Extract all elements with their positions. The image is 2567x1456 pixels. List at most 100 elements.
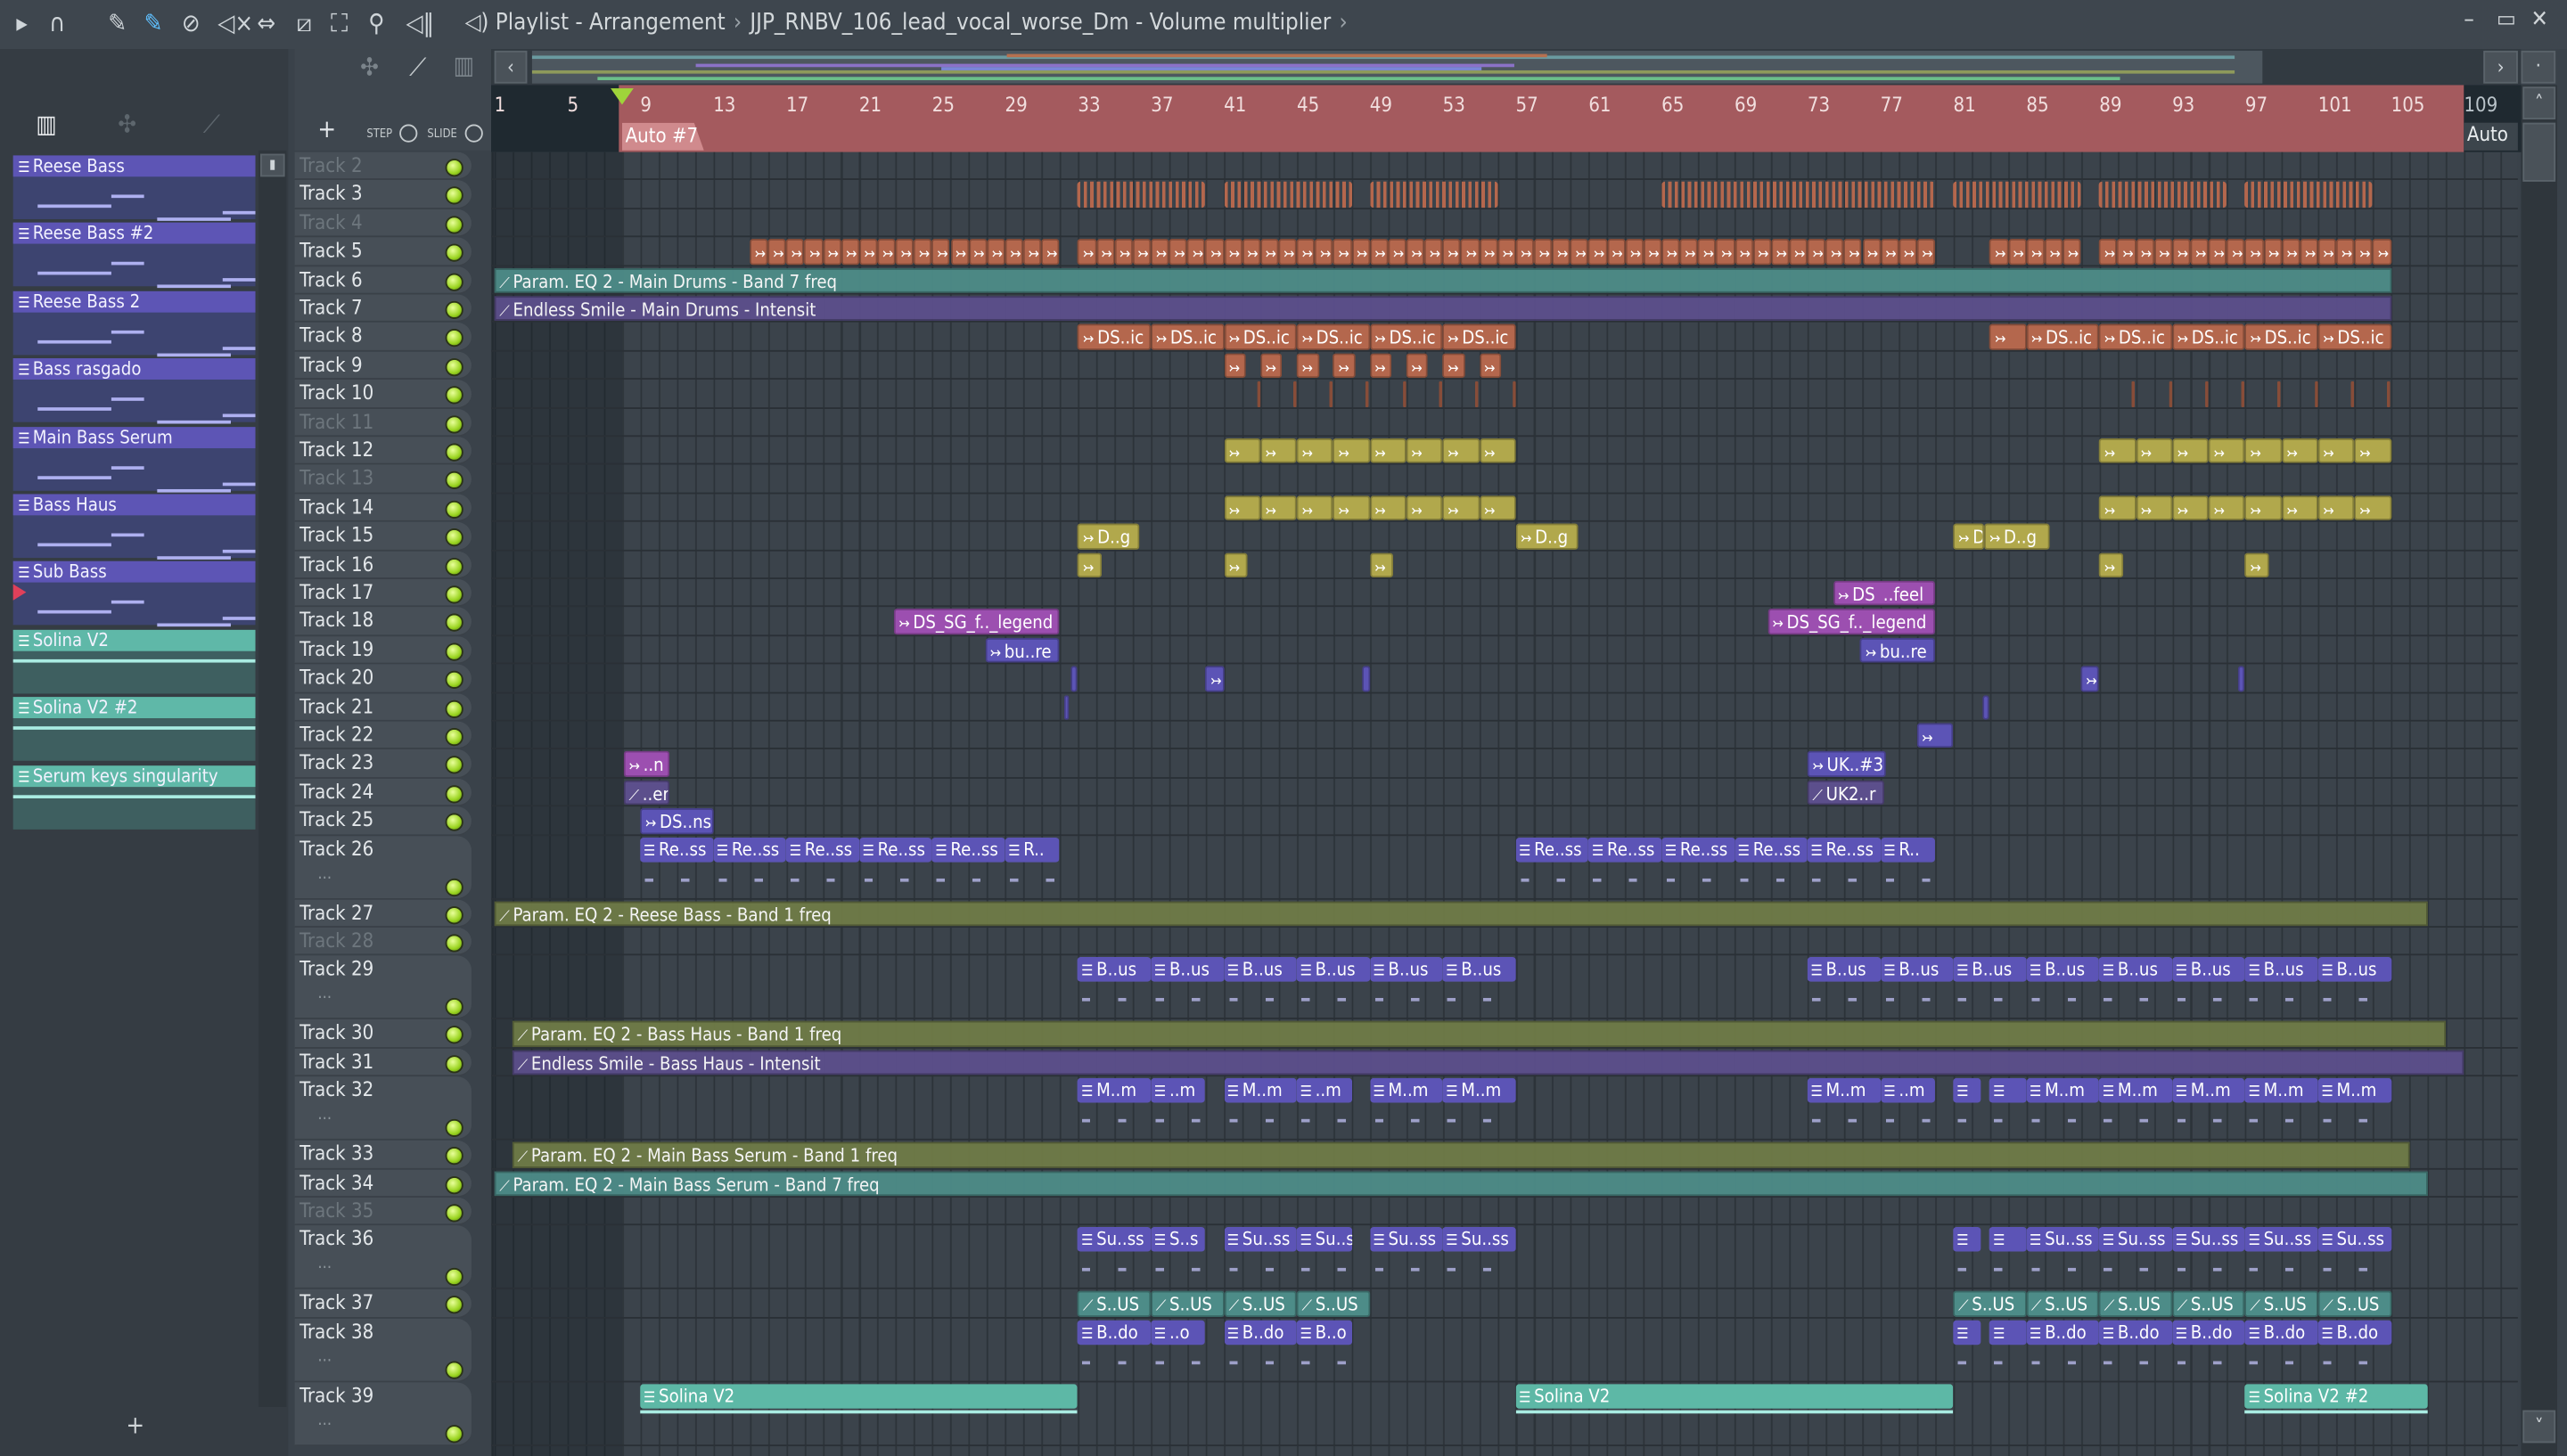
audio-clip[interactable]: ↣ — [858, 239, 878, 265]
audio-clip[interactable]: ↣ — [1224, 552, 1248, 578]
audio-clip[interactable]: ↣ — [1333, 495, 1370, 521]
track-name[interactable]: Track 5 — [299, 238, 362, 266]
track-name[interactable]: Track 37 — [299, 1289, 373, 1317]
pattern-clip[interactable]: ☰ — [1953, 1078, 1981, 1140]
audio-clip[interactable]: ↣ — [1515, 239, 1534, 265]
audio-clip[interactable]: ↣ — [2281, 239, 2300, 265]
track-header[interactable]: Track 39... — [294, 1382, 472, 1446]
scroll-right-button[interactable]: › — [2483, 50, 2518, 84]
audio-clip[interactable]: ↣ D..g — [1078, 523, 1140, 550]
audio-clip[interactable]: ↣ — [1735, 239, 1753, 265]
track-name[interactable]: Track 39 — [299, 1382, 373, 1410]
scroll-down-button[interactable]: ˅ — [2522, 1410, 2556, 1444]
audio-clip[interactable]: ↣ — [1224, 438, 1261, 464]
audio-clip[interactable]: ↣ DS..ic — [1442, 324, 1516, 350]
track-header[interactable]: Track 7 — [294, 294, 472, 323]
audio-clip[interactable]: ↣ — [2354, 438, 2391, 464]
track-header[interactable]: Track 16 — [294, 550, 472, 579]
audio-clip[interactable] — [1256, 381, 1260, 407]
track-mute-led[interactable] — [445, 557, 463, 576]
automation-clip[interactable]: ⟋ UK2..r — [1807, 780, 1884, 806]
track-lane[interactable] — [491, 380, 2518, 409]
pattern-clip[interactable]: ☰ Re..ss — [713, 837, 787, 898]
pattern-clip[interactable]: ☰ B..us — [2317, 957, 2391, 1018]
audio-clip[interactable]: ↣ — [1224, 495, 1261, 521]
audio-clip[interactable]: ↣ — [1132, 239, 1152, 265]
track-header[interactable]: Track 18 — [294, 607, 472, 636]
pattern-clip[interactable]: ☰ Re..ss — [931, 837, 1005, 898]
audio-clip[interactable]: ↣ — [1625, 239, 1644, 265]
automation-icon[interactable]: ⟋ — [409, 53, 426, 82]
select-tool-icon[interactable]: ⛶ — [331, 8, 348, 37]
pattern-clip[interactable]: ☰ M..m — [2317, 1078, 2391, 1140]
audio-clip[interactable]: ↣ — [2354, 495, 2391, 521]
audio-clip[interactable]: ↣ — [2300, 239, 2318, 265]
pattern-clip[interactable]: ☰ — [1989, 1078, 2027, 1140]
audio-clip[interactable]: ↣ — [1005, 239, 1023, 265]
pattern-clip[interactable]: ☰ Re..ss — [640, 837, 714, 898]
track-mute-led[interactable] — [445, 1424, 463, 1443]
audio-clip[interactable]: ↣ — [1442, 353, 1465, 379]
pattern-clip[interactable]: ☰ S..s — [1151, 1227, 1206, 1288]
audio-clip[interactable]: ↣ — [2117, 239, 2136, 265]
pattern-item[interactable]: ☰ Reese Bass #2 — [12, 223, 256, 289]
paint-brush-tool-icon[interactable]: ✎ — [144, 8, 163, 37]
audio-clip[interactable]: ↣ — [1224, 239, 1242, 265]
audio-clip[interactable]: ↣ DS..ic — [1224, 324, 1297, 350]
audio-clip[interactable]: ↣ — [1333, 438, 1370, 464]
track-name[interactable]: Track 36 — [299, 1226, 373, 1254]
automation-clip[interactable]: ⟋ ..er — [623, 780, 670, 806]
track-mute-led[interactable] — [445, 1175, 463, 1194]
track-header[interactable]: Track 4 — [294, 209, 472, 238]
track-header[interactable]: Track 14 — [294, 494, 472, 523]
automation-clip[interactable]: ⟋ S..US — [1296, 1291, 1370, 1317]
audio-clip[interactable]: ↣ DS_SG_f.._legend — [893, 609, 1060, 634]
audio-clip[interactable]: ↣ — [1862, 239, 1881, 265]
track-lane[interactable] — [491, 408, 2518, 438]
pattern-clip[interactable]: ☰ Su..ss — [2317, 1227, 2391, 1288]
waveform-icon[interactable]: ✣ — [360, 53, 379, 82]
audio-clip[interactable]: ↣ — [1825, 239, 1844, 265]
audio-clip[interactable]: ↣ — [1461, 239, 1480, 265]
pattern-clip[interactable]: ☰ B..us — [1953, 957, 2027, 1018]
pattern-clip[interactable]: ☰ M..m — [2172, 1078, 2245, 1140]
audio-clip[interactable]: ↣ — [1205, 666, 1225, 691]
track-name[interactable]: Track 28 — [299, 928, 373, 955]
pattern-clip[interactable]: ☰ Su..ss — [1078, 1227, 1152, 1288]
track-mute-led[interactable] — [445, 878, 463, 896]
audio-clip[interactable]: ↣ — [2190, 239, 2209, 265]
pencil-tool-icon[interactable]: ✎ — [108, 8, 127, 37]
pattern-item[interactable]: ☰ Reese Bass 2 — [12, 290, 256, 356]
pattern-item[interactable]: ☰ Sub Bass — [12, 561, 256, 627]
track-mute-led[interactable] — [445, 905, 463, 924]
audio-clip[interactable]: ↣ — [1406, 495, 1443, 521]
audio-clip[interactable]: ↣ — [1187, 239, 1206, 265]
audio-clip[interactable]: ↣ — [1369, 353, 1392, 379]
track-mute-led[interactable] — [445, 386, 463, 405]
pattern-clip[interactable]: ☰ Solina V2 #2 — [2244, 1383, 2428, 1444]
track-header[interactable]: Track 6 — [294, 266, 472, 295]
audio-clip[interactable]: ↣ — [1479, 239, 1497, 265]
scroll-up-button[interactable]: ˄ — [2522, 86, 2556, 120]
track-mute-led[interactable] — [445, 728, 463, 747]
audio-clip[interactable]: ↣ DS_..feel — [1833, 580, 1936, 607]
pattern-clip[interactable]: ☰ Su..ss — [2026, 1227, 2100, 1288]
audio-clip[interactable]: ↣ DS..ic — [2317, 324, 2391, 350]
track-mute-led[interactable] — [445, 243, 463, 263]
audio-clip[interactable]: ↣ D — [1953, 523, 1985, 550]
audio-clip[interactable] — [1329, 381, 1333, 407]
track-header[interactable]: Track 13 — [294, 465, 472, 495]
track-mute-led[interactable] — [445, 187, 463, 206]
audio-clip[interactable]: ↣ — [767, 239, 787, 265]
track-header[interactable]: Track 3 — [294, 180, 472, 209]
audio-clip[interactable]: ↣ — [1770, 239, 1790, 265]
pattern-clip[interactable]: ☰ B..us — [1807, 957, 1881, 1018]
track-name[interactable]: Track 29 — [299, 956, 373, 984]
audio-clip[interactable]: ↣ D..g — [1984, 523, 2050, 550]
track-lane[interactable] — [491, 693, 2518, 722]
pattern-clip[interactable]: ☰ — [1953, 1227, 1981, 1288]
automation-clip[interactable]: ⟋ S..US — [2244, 1291, 2318, 1317]
audio-clip[interactable]: ↣ — [1260, 495, 1297, 521]
audio-clip[interactable]: ↣ — [804, 239, 823, 265]
audio-clip[interactable]: ↣ — [2227, 239, 2245, 265]
